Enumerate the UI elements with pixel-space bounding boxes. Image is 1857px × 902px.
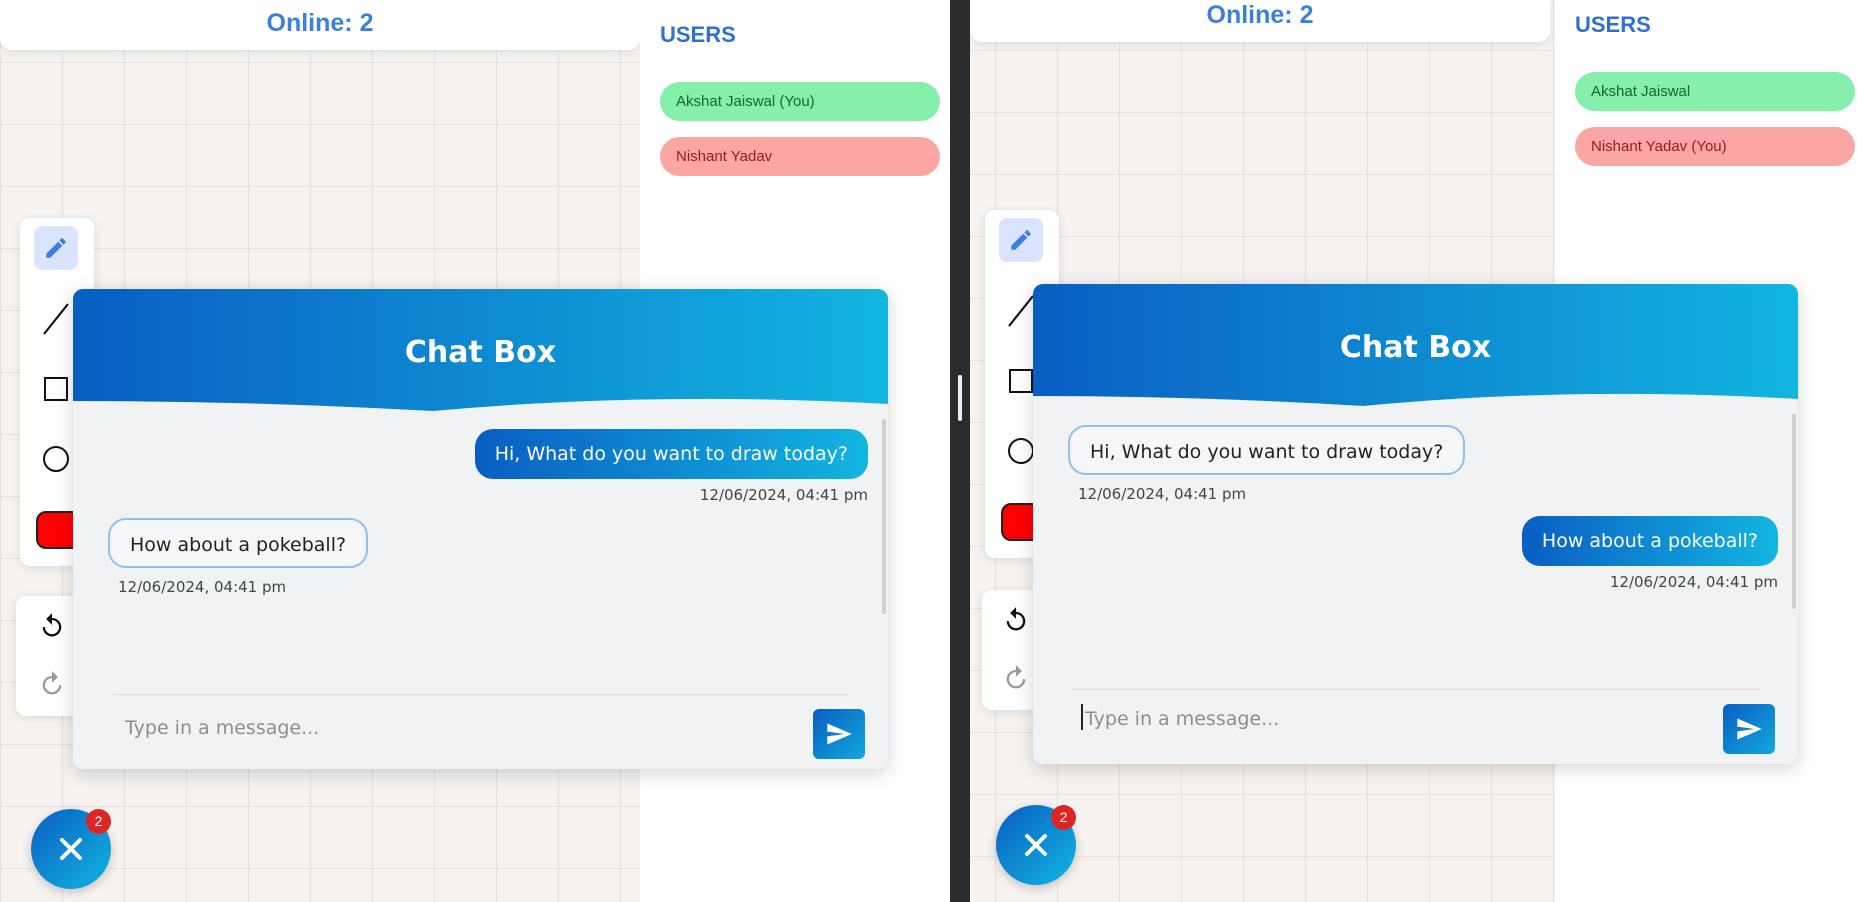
top-bar: Online: 2 [0,0,640,50]
user-item-akshat: Akshat Jaiswal [1575,72,1855,111]
message-timestamp: 12/06/2024, 04:41 pm [118,578,287,596]
pencil-tool[interactable] [34,226,78,270]
pencil-icon [1011,230,1031,250]
notification-badge: 2 [86,809,111,834]
message-timestamp: 12/06/2024, 04:41 pm [1078,485,1247,503]
chat-box: Chat Box Hi, What do you want to draw to… [73,289,888,769]
user-item-akshat: Akshat Jaiswal (You) [660,82,940,121]
line-tool[interactable] [34,297,78,341]
circle-tool[interactable] [34,437,78,481]
chat-scrollbar[interactable] [882,419,886,614]
online-count: Online: 2 [1206,1,1314,29]
chat-title: Chat Box [404,335,557,370]
users-title: USERS [1575,12,1651,37]
undo-icon [1006,607,1026,631]
user-item-nishant: Nishant Yadav [660,137,940,176]
pencil-tool[interactable] [999,218,1043,262]
chat-message-received: How about a pokeball? [108,518,369,568]
redo-icon [1006,665,1026,689]
notification-badge: 2 [1051,805,1076,830]
line-icon [1008,295,1034,327]
rectangle-icon [1009,369,1033,393]
send-button[interactable] [1723,704,1775,754]
circle-icon [43,446,69,472]
chat-title: Chat Box [1339,330,1492,365]
input-divider [113,694,848,695]
right-browser-pane: Online: 2 USERS Akshat Jaiswal Nishant Y… [970,0,1857,902]
redo-button[interactable] [994,656,1038,700]
chat-message-sent: How about a pokeball? [1521,516,1778,566]
chat-message-sent: Hi, What do you want to draw today? [474,429,868,479]
redo-icon [42,671,62,695]
undo-icon [42,613,62,637]
send-button[interactable] [813,709,865,759]
divider-grip[interactable] [958,375,962,421]
top-bar: Online: 2 [970,0,1550,42]
message-input[interactable] [1083,698,1737,740]
chat-message-received: Hi, What do you want to draw today? [1068,425,1466,475]
send-icon [1737,718,1762,740]
send-icon [827,723,852,745]
rectangle-tool[interactable] [34,367,78,411]
user-item-nishant: Nishant Yadav (You) [1575,127,1855,166]
close-icon [1025,834,1047,856]
online-count: Online: 2 [266,9,374,37]
chat-scrollbar[interactable] [1792,414,1796,609]
message-timestamp: 12/06/2024, 04:41 pm [699,486,868,504]
message-input[interactable] [123,707,827,749]
chat-toggle-button[interactable]: 2 [31,809,111,889]
undo-button[interactable] [30,604,74,648]
line-icon [43,303,69,335]
close-icon [60,838,82,860]
redo-button[interactable] [30,662,74,706]
undo-button[interactable] [994,598,1038,642]
input-divider [1071,689,1761,690]
message-timestamp: 12/06/2024, 04:41 pm [1609,573,1778,591]
chat-box: Chat Box Hi, What do you want to draw to… [1033,284,1798,764]
circle-icon [1008,438,1034,464]
left-browser-pane: Online: 2 USERS Akshat Jaiswal (You) Nis… [0,0,950,902]
rectangle-icon [44,377,68,401]
users-title: USERS [660,22,736,47]
pencil-icon [46,238,66,258]
split-divider[interactable] [950,0,970,902]
chat-toggle-button[interactable]: 2 [996,805,1076,885]
